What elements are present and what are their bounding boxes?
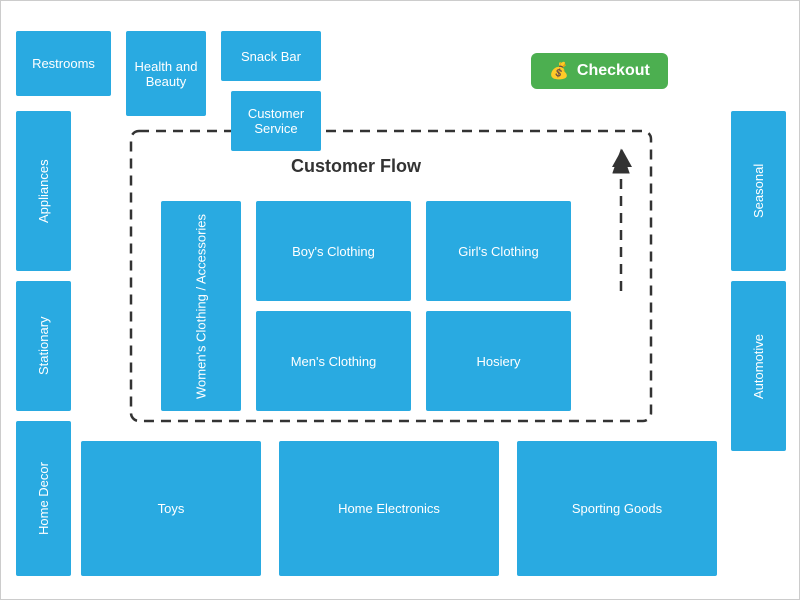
section-boys-clothing: Boy's Clothing [256, 201, 411, 301]
section-restrooms: Restrooms [16, 31, 111, 96]
section-customer-service: Customer Service [231, 91, 321, 151]
section-appliances: Appliances [16, 111, 71, 271]
customer-flow-label: Customer Flow [291, 156, 421, 177]
section-stationary: Stationary [16, 281, 71, 411]
section-toys: Toys [81, 441, 261, 576]
section-sporting-goods: Sporting Goods [517, 441, 717, 576]
section-hosiery: Hosiery [426, 311, 571, 411]
section-automotive: Automotive [731, 281, 786, 451]
section-snack-bar: Snack Bar [221, 31, 321, 81]
section-womens-clothing: Women's Clothing / Accessories [161, 201, 241, 411]
up-arrow [612, 149, 632, 167]
section-seasonal: Seasonal [731, 111, 786, 271]
section-home-electronics: Home Electronics [279, 441, 499, 576]
section-girls-clothing: Girl's Clothing [426, 201, 571, 301]
store-map: 💰 Checkout Customer Flow Restrooms Healt… [0, 0, 800, 600]
checkout-label: Checkout [577, 62, 650, 80]
section-health-beauty: Health and Beauty [126, 31, 206, 116]
checkout-icon: 💰 [549, 61, 569, 81]
checkout-button[interactable]: 💰 Checkout [531, 53, 668, 89]
section-home-decor: Home Decor [16, 421, 71, 576]
section-mens-clothing: Men's Clothing [256, 311, 411, 411]
